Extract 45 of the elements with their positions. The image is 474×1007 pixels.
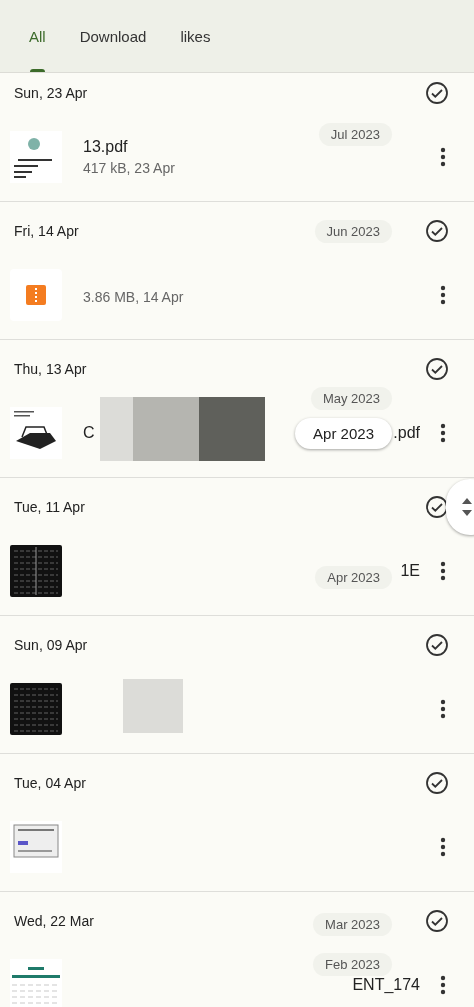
tab[interactable]: Download (62, 0, 164, 72)
month-label: Feb 2023 (313, 953, 392, 976)
more-vertical-icon (440, 285, 446, 305)
archive-file-icon (10, 269, 62, 321)
more-vertical-icon (440, 423, 446, 443)
month-label[interactable]: Apr 2023 (295, 418, 392, 449)
more-vertical-icon (440, 699, 446, 719)
redaction-mark (123, 679, 183, 733)
table-thumbnail (10, 683, 62, 735)
document-thumbnail (10, 131, 62, 183)
month-label: Apr 2023 (315, 566, 392, 589)
file-name: ENT_174 (352, 976, 420, 994)
month-label: Jul 2023 (318, 123, 392, 146)
check-circle-icon[interactable] (425, 771, 449, 795)
tab[interactable]: likes (163, 0, 228, 72)
month-label: Mar 2023 (313, 913, 392, 936)
table-thumbnail (10, 545, 62, 597)
tab[interactable]: All (12, 0, 63, 72)
file-details: 417 kB, 23 Apr (83, 160, 175, 176)
file-name: .pdf (393, 424, 420, 442)
file-name: 13.pdf (83, 138, 128, 156)
check-circle-icon[interactable] (425, 633, 449, 657)
file-name: 1E (400, 562, 420, 580)
date-heading: Sun, 23 Apr (14, 85, 88, 101)
check-circle-icon[interactable] (425, 495, 449, 519)
check-circle-icon[interactable] (425, 219, 449, 243)
check-circle-icon[interactable] (425, 81, 449, 105)
check-circle-icon[interactable] (425, 357, 449, 381)
more-vertical-icon (440, 837, 446, 857)
month-label: Jun 2023 (314, 220, 392, 243)
more-vertical-icon (440, 147, 446, 167)
drawing-thumbnail (10, 407, 62, 459)
file-details: 3.86 MB, 14 Apr (83, 289, 184, 305)
more-vertical-icon (440, 975, 446, 995)
month-label: May 2023 (310, 387, 392, 410)
more-vertical-icon (440, 561, 446, 581)
date-heading: Tue, 11 Apr (14, 499, 85, 515)
date-heading: Thu, 13 Apr (14, 361, 87, 377)
date-heading: Sun, 09 Apr (14, 637, 88, 653)
date-heading: Wed, 22 Mar (14, 913, 94, 929)
date-heading: Fri, 14 Apr (14, 223, 79, 239)
form-thumbnail (10, 821, 62, 873)
file-name: C (83, 424, 95, 442)
date-heading: Tue, 04 Apr (14, 775, 86, 791)
check-circle-icon[interactable] (425, 909, 449, 933)
